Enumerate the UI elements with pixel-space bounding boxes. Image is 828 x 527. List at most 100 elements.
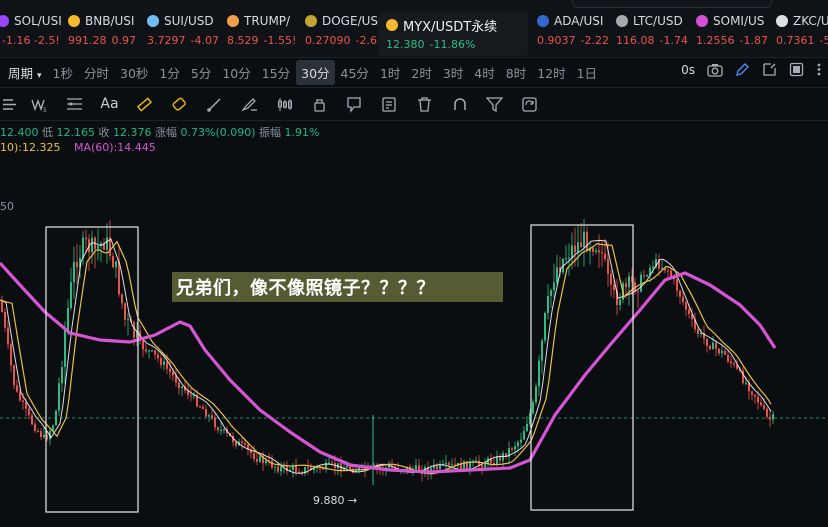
candle-body: [217, 427, 219, 431]
candle-body: [121, 294, 123, 304]
candle-body: [526, 423, 528, 432]
candle-body: [436, 465, 438, 470]
more-icon[interactable]: [816, 62, 822, 77]
fib-tool-icon[interactable]: [57, 89, 92, 119]
candle-body: [97, 246, 99, 249]
candle-body: [388, 465, 390, 468]
ticker-item[interactable]: DOGE/US 0.27090 -2.6: [305, 12, 378, 54]
candlestick-chart[interactable]: [0, 158, 828, 527]
wave-tool-icon[interactable]: 5: [22, 89, 57, 119]
candle-body: [583, 231, 585, 248]
candle-body: [91, 237, 93, 253]
camera-icon[interactable]: [707, 63, 723, 77]
ticker-item[interactable]: ZKC/USD 0.7361 -5.8: [776, 12, 828, 54]
ticker-item[interactable]: BNB/USI 991.28 0.97: [68, 12, 136, 54]
eraser-icon[interactable]: [162, 89, 197, 119]
candle-body: [688, 309, 690, 315]
timeframe-option[interactable]: 4时: [469, 60, 499, 85]
timeframe-option[interactable]: 45分: [336, 60, 374, 85]
candle-body: [307, 467, 309, 469]
menu-icon[interactable]: [0, 89, 22, 119]
timeframe-option[interactable]: 15分: [257, 60, 295, 85]
candle-body: [760, 402, 762, 406]
ticker-item[interactable]: ADA/USI 0.9037 -2.22: [537, 12, 609, 54]
ticker-change: -2.6: [355, 34, 377, 47]
candle-body: [769, 416, 771, 420]
candle-body: [178, 382, 180, 389]
ruler-icon[interactable]: [127, 89, 162, 119]
coin-icon: [616, 15, 628, 27]
candle-body: [604, 253, 606, 260]
candle-body: [724, 351, 726, 355]
candle-body: [643, 274, 645, 276]
candle-body: [253, 453, 255, 459]
lock-icon[interactable]: [302, 89, 337, 119]
close-label: 收: [98, 126, 110, 139]
timeframe-option[interactable]: 分时: [79, 60, 114, 85]
timeframe-option[interactable]: 1时: [375, 60, 405, 85]
ticker-change: -1.16 -2.5!: [2, 34, 60, 47]
timeframe-option[interactable]: 5分: [186, 60, 216, 85]
candle-body: [484, 463, 486, 468]
svg-text:5: 5: [43, 107, 47, 113]
coin-icon: [776, 15, 788, 27]
change-value: 0.73%(0.090): [180, 126, 256, 139]
candle-body: [124, 303, 126, 320]
magnet-icon[interactable]: [442, 89, 477, 119]
candle-body: [511, 448, 513, 450]
candle-body: [145, 349, 147, 352]
search-box[interactable]: [572, 0, 772, 8]
measure-icon[interactable]: [197, 89, 232, 119]
ticker-item[interactable]: SOMI/US 1.2556 -1.87: [696, 12, 768, 54]
refresh-icon[interactable]: [512, 89, 547, 119]
timeframe-option[interactable]: 1秒: [48, 60, 78, 85]
coin-icon: [386, 19, 398, 31]
pencil-icon[interactable]: [735, 62, 750, 77]
candle-body: [538, 360, 540, 387]
timeframe-option[interactable]: 2时: [406, 60, 436, 85]
candle-body: [598, 250, 600, 253]
close-value: 12.376: [113, 126, 152, 139]
candle-tool-icon[interactable]: [267, 89, 302, 119]
ticker-item[interactable]: SOL/USI -1.16 -2.5!: [0, 12, 62, 54]
ticker-item[interactable]: MYX/USDT永续 12.380 -11.86%: [378, 12, 528, 56]
ma-info: 10):12.325 MA(60):14.445: [0, 141, 156, 154]
trash-icon[interactable]: [407, 89, 442, 119]
ticker-item[interactable]: TRUMP/8.529 -1.55!: [227, 12, 296, 54]
text-tool[interactable]: Aa: [92, 89, 127, 119]
timeframe-option[interactable]: 1分: [154, 60, 184, 85]
annotation-icon[interactable]: [337, 89, 372, 119]
expand-icon[interactable]: [762, 62, 777, 77]
candle-body: [7, 327, 9, 345]
candle-body: [166, 361, 168, 369]
ticker-item[interactable]: LTC/USD 116.08 -1.74: [616, 12, 688, 54]
ticker-strip: SOL/USI -1.16 -2.5! BNB/USI 991.28 0.97 SUI/U…: [0, 0, 828, 58]
timeframe-option[interactable]: 8时: [501, 60, 531, 85]
timeframe-option[interactable]: 3时: [438, 60, 468, 85]
candle-body: [55, 410, 57, 426]
candle-body: [517, 442, 519, 447]
candle-body: [292, 466, 294, 470]
candle-body: [22, 400, 24, 402]
candle-body: [514, 446, 516, 450]
candle-body: [535, 386, 537, 403]
brush-icon[interactable]: [232, 89, 267, 119]
amplitude-label: 振幅: [259, 126, 282, 139]
timeframe-option[interactable]: 30秒: [115, 60, 153, 85]
edit-note-icon[interactable]: [372, 89, 407, 119]
filter-icon[interactable]: [477, 89, 512, 119]
timeframe-option[interactable]: 10分: [217, 60, 255, 85]
timeframe-option[interactable]: 12时: [532, 60, 570, 85]
candle-body: [73, 261, 75, 283]
ticker-item[interactable]: SUI/USD 3.7297 -4.07: [147, 12, 219, 54]
highlight-box-left: [45, 226, 139, 513]
layout-icon[interactable]: [789, 62, 804, 77]
timeframe-option[interactable]: 1日: [572, 60, 602, 85]
candle-body: [148, 350, 150, 352]
candle-body: [142, 340, 144, 350]
candle-body: [697, 329, 699, 335]
period-selector[interactable]: 周期 ▾: [0, 60, 47, 85]
timeframe-option[interactable]: 30分: [296, 59, 335, 85]
ticker-name: SOMI/US: [713, 14, 765, 28]
candle-body: [58, 383, 60, 411]
